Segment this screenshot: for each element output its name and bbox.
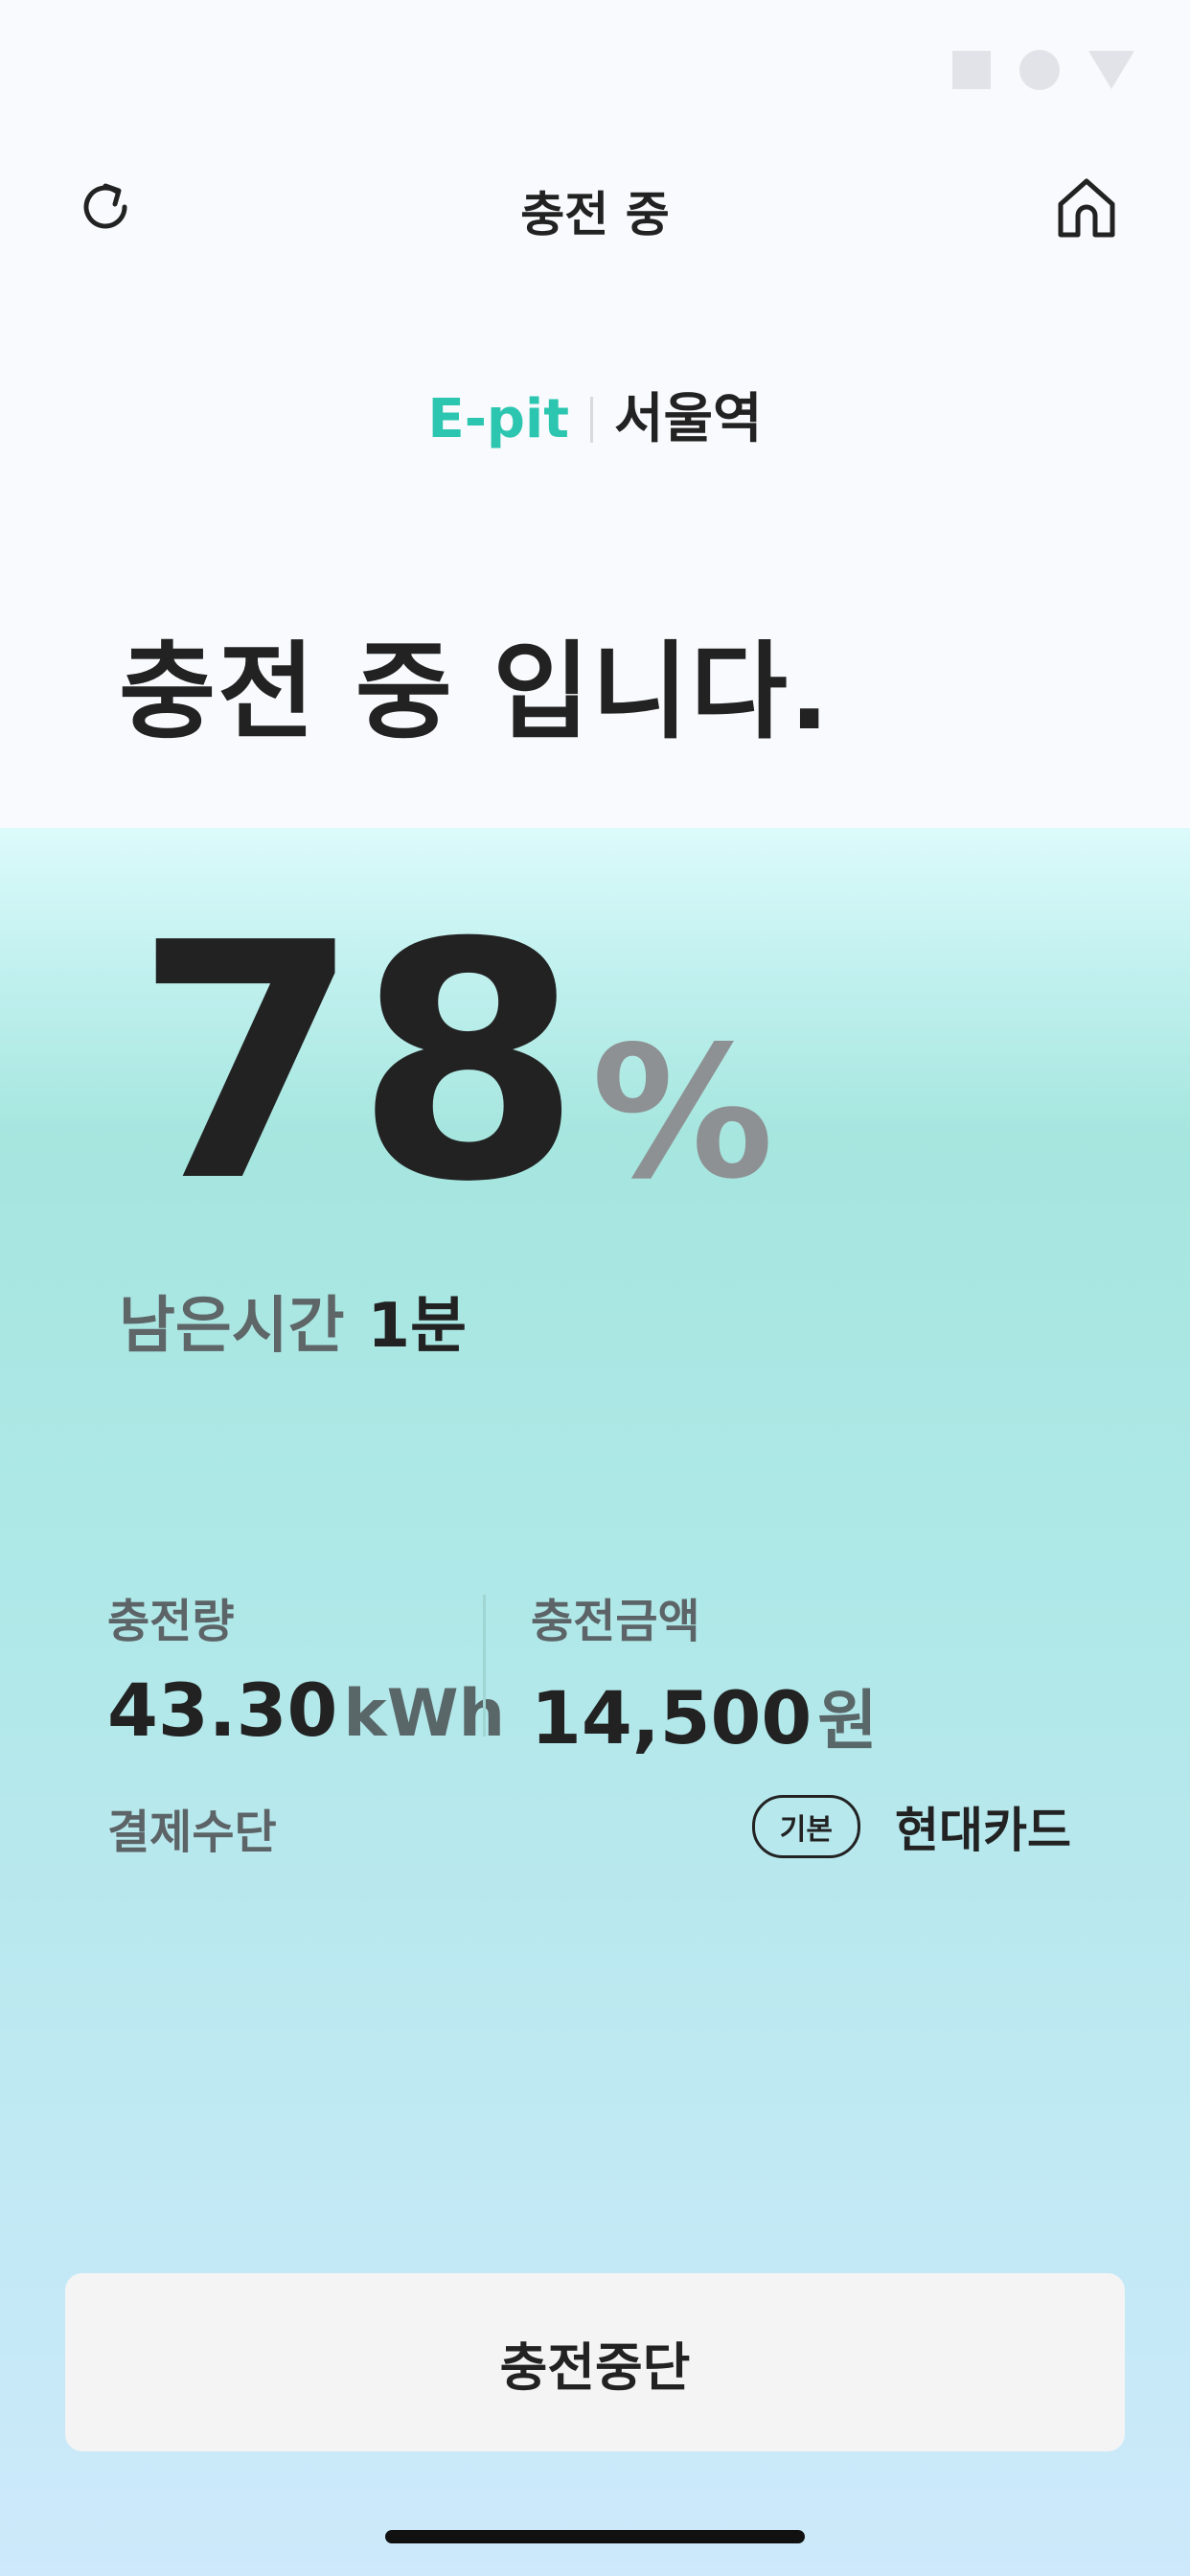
square-icon [952, 51, 991, 89]
energy-value: 43.30 [107, 1668, 338, 1753]
brand-name: E-pit [427, 388, 569, 450]
home-button[interactable] [1050, 171, 1123, 243]
station-divider [589, 397, 593, 443]
station-info: E-pit 서울역 [0, 376, 1190, 453]
percent-unit: % [591, 1007, 774, 1219]
charge-percent: 78% [134, 901, 774, 1227]
home-indicator [385, 2530, 805, 2543]
amount-unit: 원 [817, 1684, 878, 1760]
default-badge: 기본 [751, 1795, 860, 1858]
payment-card-name: 현대카드 [895, 1803, 1071, 1858]
page-title: 충전 중 [520, 187, 670, 242]
energy-stat: 충전량 43.30kWh [107, 1583, 505, 1753]
energy-label: 충전량 [107, 1595, 235, 1648]
stat-divider [483, 1595, 486, 1736]
status-bar [952, 50, 1134, 90]
amount-stat: 충전금액 14,500원 [531, 1583, 878, 1762]
circle-icon [1019, 50, 1060, 90]
charging-headline: 충전 중 입니다. [119, 631, 832, 753]
remaining-label: 남은시간 [119, 1291, 345, 1362]
energy-unit: kWh [343, 1676, 506, 1752]
amount-value: 14,500 [531, 1675, 812, 1760]
payment-label: 결제수단 [107, 1806, 277, 1859]
remaining-value: 1분 [367, 1291, 467, 1362]
remaining-time: 남은시간 1분 [119, 1276, 467, 1365]
station-name: 서울역 [613, 388, 763, 450]
payment-method: 기본 현대카드 [751, 1792, 1071, 1861]
amount-label: 충전금액 [531, 1595, 700, 1648]
percent-value: 78 [134, 874, 582, 1254]
stop-charging-button[interactable]: 충전중단 [65, 2273, 1125, 2451]
header: 충전 중 [0, 163, 1190, 249]
home-icon [1058, 178, 1115, 238]
triangle-icon [1088, 51, 1134, 89]
